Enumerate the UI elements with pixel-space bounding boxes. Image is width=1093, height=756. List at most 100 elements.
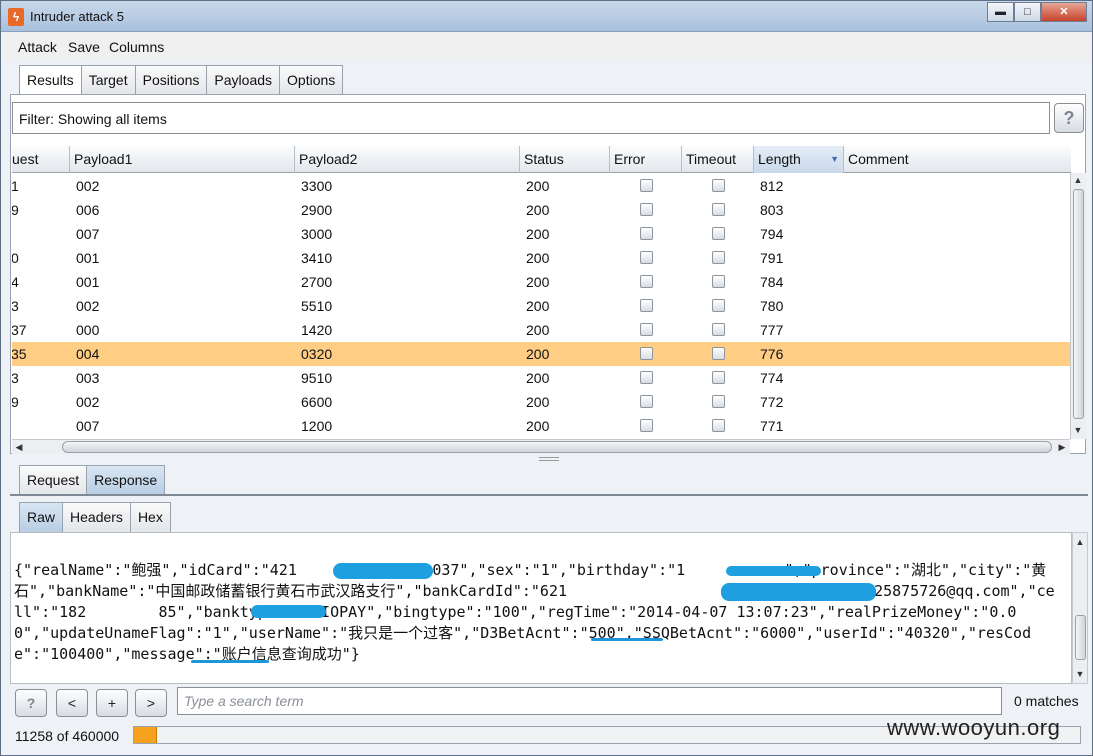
timeout-checkbox[interactable] xyxy=(712,179,725,192)
error-checkbox[interactable] xyxy=(640,395,653,408)
cell-payload1: 001 xyxy=(76,250,100,266)
scroll-up-icon[interactable]: ▲ xyxy=(1073,535,1087,549)
cell-status: 200 xyxy=(526,370,550,386)
timeout-checkbox[interactable] xyxy=(712,203,725,216)
search-next-button[interactable]: > xyxy=(135,689,167,717)
maximize-button[interactable]: □ xyxy=(1014,2,1041,22)
error-checkbox[interactable] xyxy=(640,371,653,384)
response-editor[interactable]: {"realName":"鲍强","idCard":"421 037","sex… xyxy=(10,532,1072,684)
error-checkbox[interactable] xyxy=(640,251,653,264)
cell-payload1: 002 xyxy=(76,178,100,194)
tab-target[interactable]: Target xyxy=(80,65,136,95)
table-row[interactable]: 9 002 6600 200 772 xyxy=(12,390,1071,414)
col-comment[interactable]: Comment xyxy=(844,146,1071,173)
scroll-right-icon[interactable]: ▶ xyxy=(1055,440,1069,454)
cell-length: 803 xyxy=(760,202,784,218)
cell-payload2: 5510 xyxy=(301,298,333,314)
match-count: 0 matches xyxy=(1014,693,1079,709)
table-row[interactable]: 35 004 0320 200 776 xyxy=(12,342,1071,366)
hscroll-thumb[interactable] xyxy=(62,441,1052,453)
watermark: www.wooyun.org xyxy=(887,715,1061,740)
timeout-checkbox[interactable] xyxy=(712,251,725,264)
table-row[interactable]: 1 002 3300 200 812 xyxy=(12,174,1071,198)
cell-payload1: 001 xyxy=(76,274,100,290)
sort-desc-icon: ▼ xyxy=(830,154,839,164)
table-row[interactable]: 37 000 1420 200 777 xyxy=(12,318,1071,342)
table-row[interactable]: 3 002 5510 200 780 xyxy=(12,294,1071,318)
timeout-checkbox[interactable] xyxy=(712,275,725,288)
cell-length: 772 xyxy=(760,394,784,410)
search-input[interactable] xyxy=(177,687,1002,715)
timeout-checkbox[interactable] xyxy=(712,299,725,312)
scroll-up-icon[interactable]: ▲ xyxy=(1071,173,1085,187)
cell-status: 200 xyxy=(526,346,550,362)
tab-raw[interactable]: Raw xyxy=(19,502,64,532)
error-checkbox[interactable] xyxy=(640,299,653,312)
scroll-down-icon[interactable]: ▼ xyxy=(1071,423,1085,437)
tab-positions[interactable]: Positions xyxy=(134,65,208,95)
cell-payload2: 0320 xyxy=(301,346,333,362)
tab-request[interactable]: Request xyxy=(19,465,88,495)
search-prev-button[interactable]: < xyxy=(56,689,88,717)
tab-results[interactable]: Results xyxy=(19,65,82,95)
close-button[interactable]: ✕ xyxy=(1041,2,1087,22)
tab-response[interactable]: Response xyxy=(86,465,166,495)
cell-payload1: 000 xyxy=(76,322,100,338)
error-checkbox[interactable] xyxy=(640,275,653,288)
menu-attack[interactable]: Attack xyxy=(18,39,57,55)
cell-payload1: 006 xyxy=(76,202,100,218)
col-payload2[interactable]: Payload2 xyxy=(295,146,520,173)
table-row[interactable]: 3 003 9510 200 774 xyxy=(12,366,1071,390)
search-help-button[interactable]: ? xyxy=(15,689,47,717)
error-checkbox[interactable] xyxy=(640,347,653,360)
error-checkbox[interactable] xyxy=(640,227,653,240)
col-error[interactable]: Error xyxy=(610,146,682,173)
scroll-down-icon[interactable]: ▼ xyxy=(1073,667,1087,681)
table-row[interactable]: 007 3000 200 794 xyxy=(12,222,1071,246)
table-horizontal-scrollbar[interactable]: ◀ ▶ xyxy=(12,439,1070,454)
timeout-checkbox[interactable] xyxy=(712,323,725,336)
col-status[interactable]: Status xyxy=(520,146,610,173)
pane-splitter[interactable] xyxy=(539,457,559,461)
minimize-button[interactable]: ▬ xyxy=(987,2,1014,22)
search-add-button[interactable]: + xyxy=(96,689,128,717)
error-checkbox[interactable] xyxy=(640,419,653,432)
filter-bar[interactable]: Filter: Showing all items xyxy=(12,102,1050,134)
timeout-checkbox[interactable] xyxy=(712,347,725,360)
cell-payload1: 002 xyxy=(76,298,100,314)
error-checkbox[interactable] xyxy=(640,323,653,336)
title-bar[interactable]: ϟ Intruder attack 5 ▬ □ ✕ xyxy=(1,1,1092,32)
cell-request: 1 xyxy=(12,178,19,194)
menu-columns[interactable]: Columns xyxy=(109,39,164,55)
cell-payload1: 007 xyxy=(76,418,100,434)
table-row[interactable]: 0 001 3410 200 791 xyxy=(12,246,1071,270)
table-row[interactable]: 4 001 2700 200 784 xyxy=(12,270,1071,294)
response-scrollbar[interactable]: ▲ ▼ xyxy=(1072,532,1088,684)
timeout-checkbox[interactable] xyxy=(712,371,725,384)
table-row[interactable]: 9 006 2900 200 803 xyxy=(12,198,1071,222)
filter-help-button[interactable]: ? xyxy=(1054,103,1084,133)
table-vertical-scrollbar[interactable]: ▲ ▼ xyxy=(1070,173,1086,439)
col-payload1[interactable]: Payload1 xyxy=(70,146,295,173)
col-timeout[interactable]: Timeout xyxy=(682,146,754,173)
cell-payload2: 2900 xyxy=(301,202,333,218)
scroll-thumb[interactable] xyxy=(1075,615,1086,660)
cell-request: 4 xyxy=(12,274,19,290)
error-checkbox[interactable] xyxy=(640,203,653,216)
col-request[interactable]: uest xyxy=(12,146,70,173)
tab-headers[interactable]: Headers xyxy=(62,502,131,532)
menu-save[interactable]: Save xyxy=(68,39,100,55)
timeout-checkbox[interactable] xyxy=(712,227,725,240)
cell-status: 200 xyxy=(526,418,550,434)
timeout-checkbox[interactable] xyxy=(712,419,725,432)
response-body[interactable]: {"realName":"鲍强","idCard":"421 037","sex… xyxy=(14,560,1059,665)
error-checkbox[interactable] xyxy=(640,179,653,192)
tab-payloads[interactable]: Payloads xyxy=(206,65,281,95)
scroll-thumb[interactable] xyxy=(1073,189,1084,419)
col-length[interactable]: Length ▼ xyxy=(754,146,844,173)
tab-hex[interactable]: Hex xyxy=(129,502,171,532)
table-row[interactable]: 007 1200 200 771 xyxy=(12,414,1071,438)
timeout-checkbox[interactable] xyxy=(712,395,725,408)
tab-options[interactable]: Options xyxy=(279,65,344,95)
scroll-left-icon[interactable]: ◀ xyxy=(12,440,26,454)
